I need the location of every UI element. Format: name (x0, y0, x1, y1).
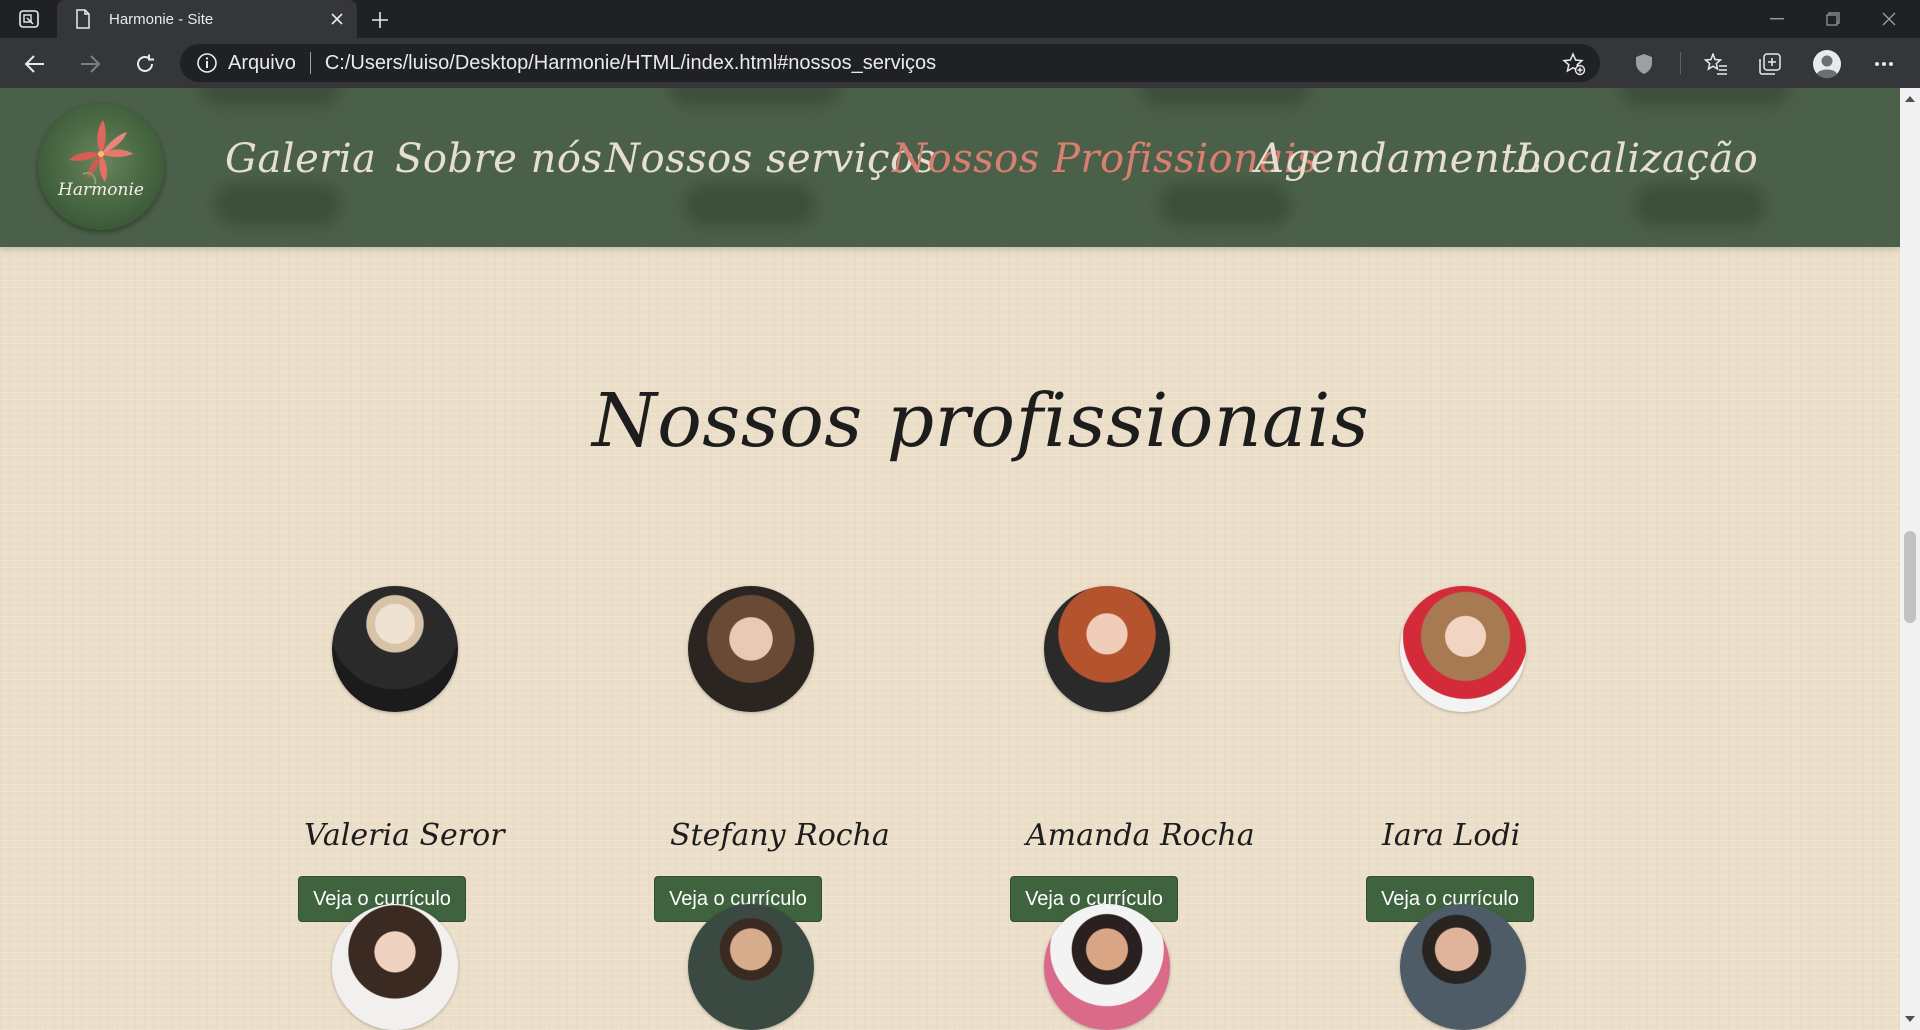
nav-link-sobre-nos[interactable]: Sobre nós (395, 136, 602, 182)
site-info-label[interactable]: Arquivo (228, 52, 296, 75)
scroll-up-arrow-icon[interactable] (1900, 90, 1920, 108)
browser-tab-active[interactable]: Harmonie - Site (57, 0, 357, 38)
nav-link-galeria[interactable]: Galeria (225, 136, 377, 182)
background-blur-shape (1635, 184, 1765, 226)
back-arrow-icon[interactable] (18, 47, 52, 81)
avatar-iara-lodi (1400, 586, 1526, 712)
nav-link-agendamento[interactable]: Agendamento (1255, 136, 1541, 182)
page-file-icon (75, 9, 95, 29)
logo-text: Harmonie (58, 180, 144, 200)
url-text[interactable]: C:/Users/luiso/Desktop/Harmonie/HTML/ind… (325, 52, 936, 75)
background-blur-shape (215, 184, 340, 226)
avatar-amanda-rocha (1044, 586, 1170, 712)
close-tab-icon[interactable] (323, 5, 351, 33)
background-blur-shape (685, 184, 815, 226)
scrollbar-thumb[interactable] (1904, 531, 1916, 623)
minimize-icon[interactable] (1754, 0, 1800, 38)
professional-name: Iara Lodi (1382, 818, 1521, 853)
avatar-professional-5 (332, 904, 458, 1030)
tab-actions-icon[interactable] (16, 8, 42, 30)
professional-name: Stefany Rocha (670, 818, 890, 853)
professional-name: Valeria Seror (304, 818, 505, 853)
add-favorite-icon[interactable] (1562, 52, 1586, 76)
background-blur-shape (1160, 184, 1290, 226)
collections-icon[interactable] (1754, 49, 1786, 79)
restore-icon[interactable] (1810, 0, 1856, 38)
nav-link-nossos-servicos[interactable]: Nossos serviços (605, 136, 936, 182)
background-blur-shape (1620, 88, 1790, 106)
site-navbar: Harmonie Galeria Sobre nós Nossos serviç… (0, 88, 1900, 247)
nav-link-localizacao[interactable]: Localização (1515, 136, 1758, 182)
close-window-icon[interactable] (1866, 0, 1912, 38)
avatar-professional-6 (688, 904, 814, 1030)
section-title: Nossos profissionais (592, 378, 1370, 464)
browser-toolbar: Arquivo C:/Users/luiso/Desktop/Harmonie/… (0, 38, 1920, 88)
lily-flower-icon (69, 120, 133, 185)
background-blur-shape (1140, 88, 1310, 106)
browser-tab-bar: Harmonie - Site (0, 0, 1920, 38)
avatar-stefany-rocha (688, 586, 814, 712)
favorites-icon[interactable] (1700, 49, 1732, 79)
profile-avatar-icon[interactable] (1811, 49, 1843, 79)
info-icon[interactable] (196, 52, 218, 74)
scroll-down-arrow-icon[interactable] (1900, 1010, 1920, 1028)
toolbar-divider (1680, 52, 1681, 74)
shield-icon[interactable] (1628, 49, 1660, 79)
page-viewport: Harmonie Galeria Sobre nós Nossos serviç… (0, 88, 1900, 1030)
reload-icon[interactable] (128, 47, 162, 81)
forward-arrow-icon[interactable] (73, 47, 107, 81)
address-separator (309, 52, 311, 74)
harmonie-logo[interactable]: Harmonie (38, 104, 164, 230)
avatar-valeria-seror (332, 586, 458, 712)
page-scrollbar[interactable] (1900, 88, 1920, 1030)
avatar-professional-8 (1400, 904, 1526, 1030)
new-tab-button[interactable] (366, 6, 394, 34)
tab-title: Harmonie - Site (109, 10, 214, 28)
address-bar[interactable]: Arquivo C:/Users/luiso/Desktop/Harmonie/… (180, 44, 1600, 82)
avatar-professional-7 (1044, 904, 1170, 1030)
more-options-icon[interactable] (1868, 49, 1900, 79)
professional-name: Amanda Rocha (1026, 818, 1255, 853)
background-blur-shape (200, 88, 340, 106)
background-blur-shape (670, 88, 840, 106)
